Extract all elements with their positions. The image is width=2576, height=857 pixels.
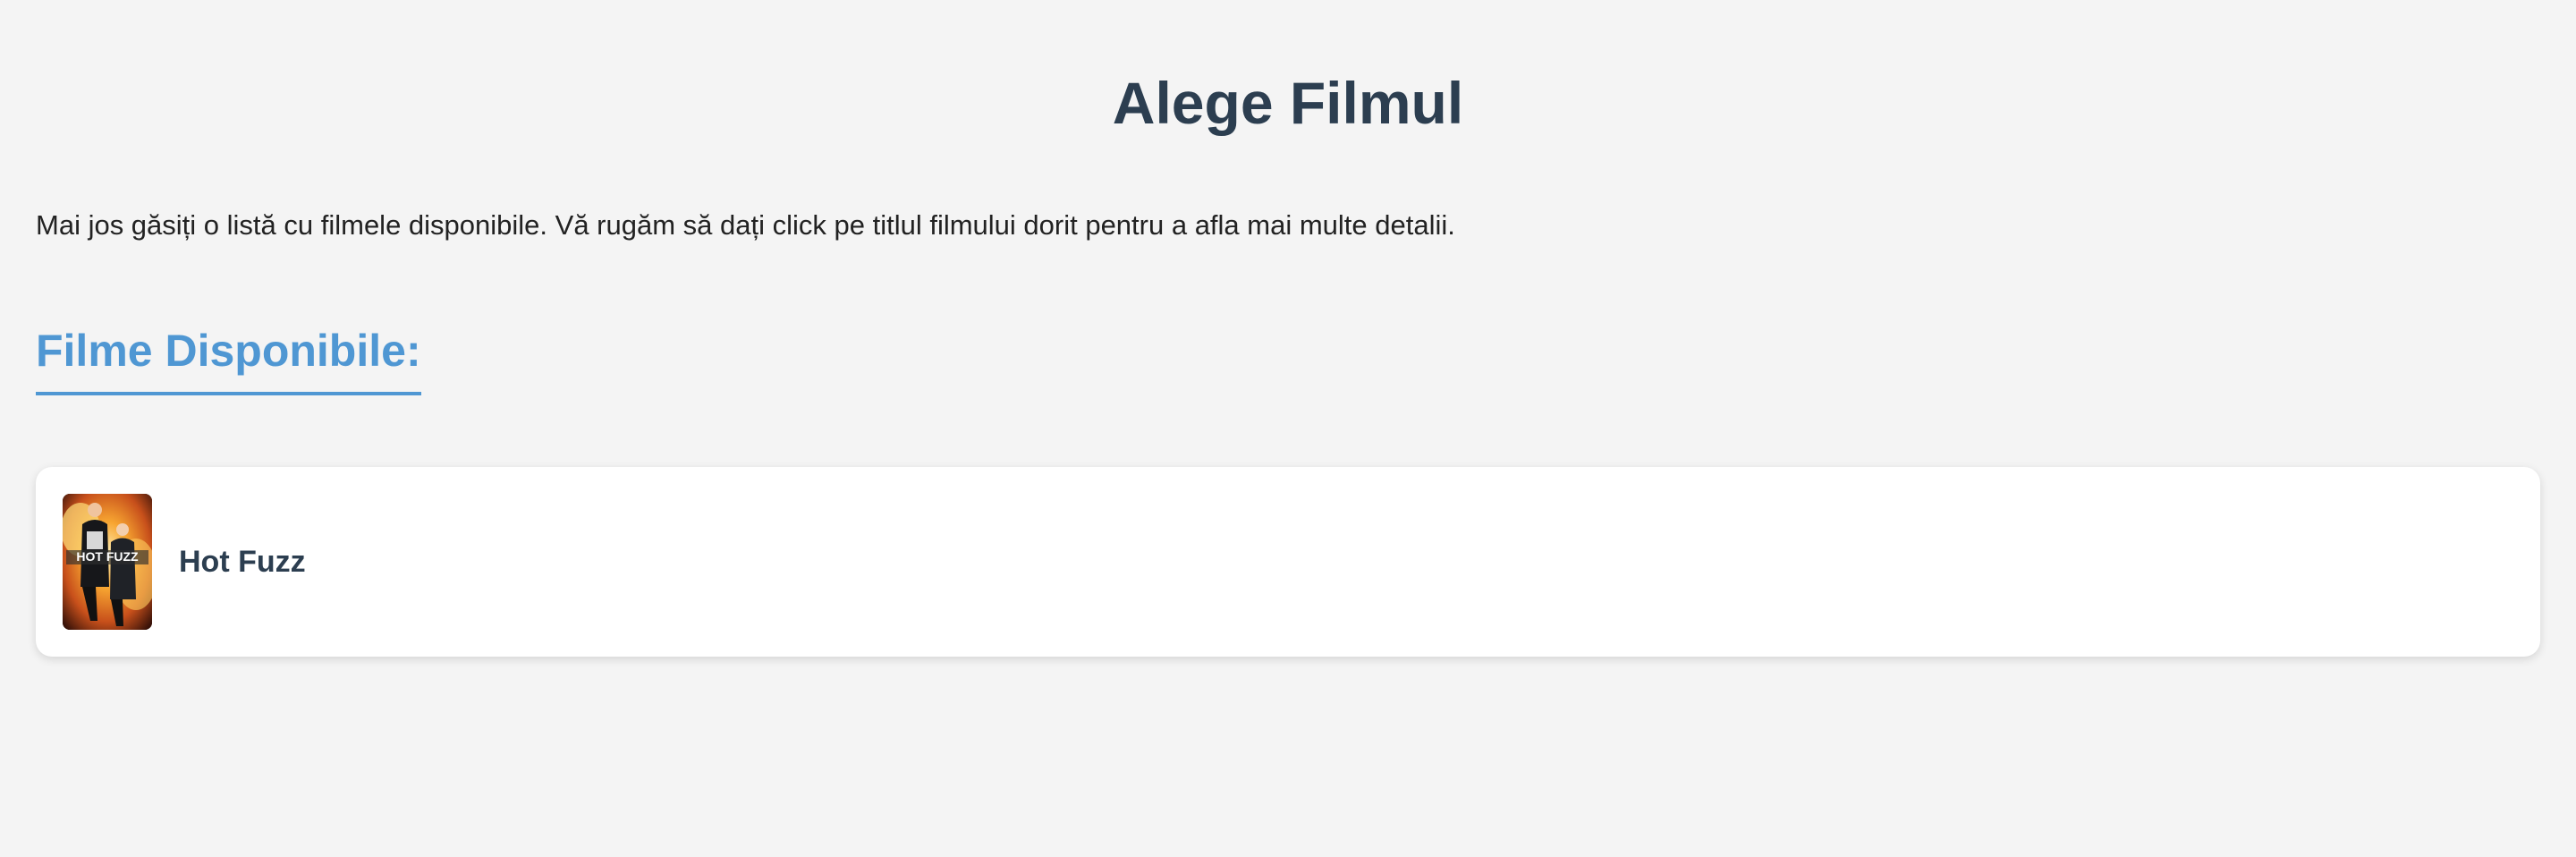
page-title: Alege Filmul xyxy=(1112,70,1464,136)
poster-title-text: HOT FUZZ xyxy=(76,549,139,564)
intro-text: Mai jos găsiți o listă cu filmele dispon… xyxy=(36,209,1455,241)
section-heading-container: Filme Disponibile: xyxy=(36,324,2540,395)
page: Alege Filmul Mai jos găsiți o listă cu f… xyxy=(0,0,2576,857)
movie-card-hot-fuzz[interactable]: HOT FUZZ Hot Fuzz xyxy=(36,467,2540,657)
movie-title-link[interactable]: Hot Fuzz xyxy=(179,545,306,580)
section-heading: Filme Disponibile: xyxy=(36,324,421,395)
movie-poster-image[interactable]: HOT FUZZ xyxy=(63,494,152,630)
movie-list: HOT FUZZ Hot Fuzz xyxy=(36,467,2540,657)
poster-art: HOT FUZZ xyxy=(63,494,152,630)
